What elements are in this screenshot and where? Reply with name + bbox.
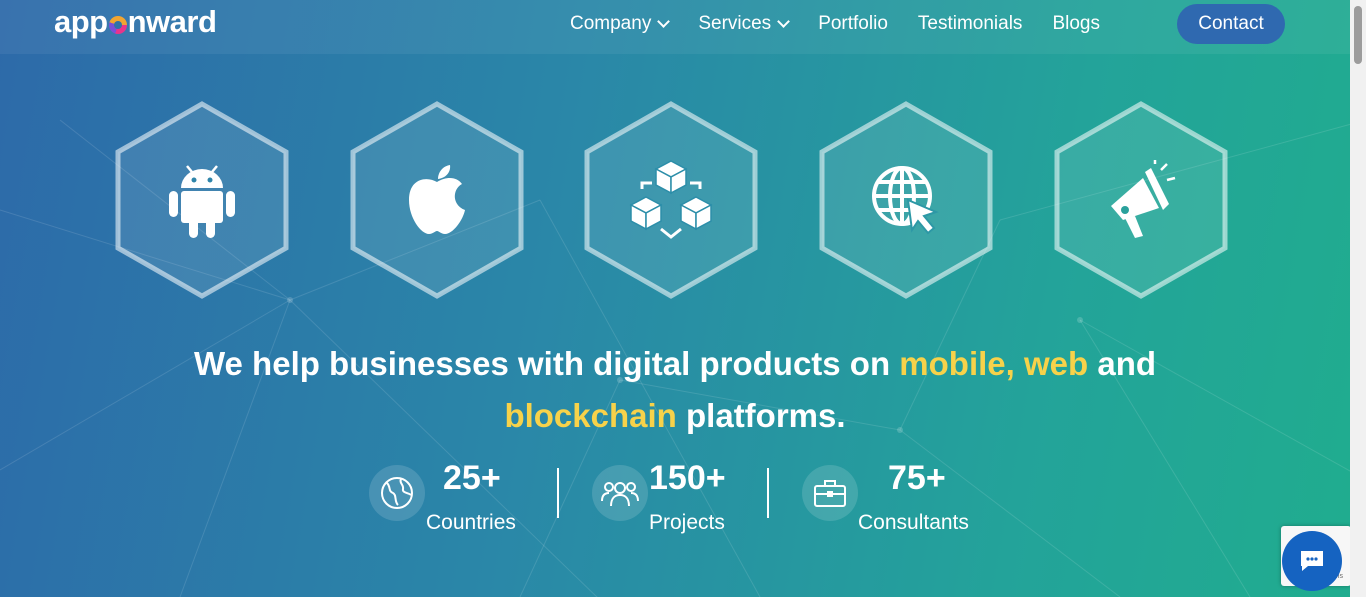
globe-icon	[381, 477, 413, 509]
stat-value: 75+	[888, 459, 946, 497]
briefcase-icon	[814, 480, 846, 507]
hexagon-blockchain[interactable]	[583, 100, 759, 300]
headline-part2: and	[1088, 345, 1157, 382]
stat-label: Projects	[649, 511, 725, 534]
hexagon-android[interactable]	[114, 100, 290, 300]
stat-value: 25+	[443, 459, 501, 497]
top-navigation-bar: app nward Company Services Portfolio Tes…	[0, 0, 1350, 54]
logo-text-right: nward	[127, 4, 217, 39]
stat-divider	[767, 468, 769, 518]
main-nav: Company Services Portfolio Testimonials …	[570, 0, 1130, 48]
megaphone-icon	[1111, 160, 1176, 238]
stat-icon-circle	[592, 465, 648, 521]
page-scrollbar[interactable]	[1350, 0, 1366, 597]
stat-divider	[557, 468, 559, 518]
chevron-down-icon	[657, 15, 671, 28]
stat-icon-circle	[369, 465, 425, 521]
hexagon-marketing[interactable]	[1053, 100, 1229, 300]
hexagon-apple[interactable]	[349, 100, 525, 300]
stat-value: 150+	[649, 459, 726, 497]
logo-o-mark-icon	[108, 16, 127, 34]
web-globe-cursor-icon	[872, 166, 939, 235]
chat-button[interactable]	[1282, 531, 1342, 591]
logo-text-left: app	[54, 4, 108, 39]
stat-label: Consultants	[858, 511, 969, 534]
hero-headline: We help businesses with digital products…	[0, 338, 1350, 442]
apple-icon	[409, 165, 465, 234]
contact-button[interactable]: Contact	[1177, 4, 1285, 44]
nav-item-label: Services	[698, 13, 772, 34]
stat-label: Countries	[426, 511, 516, 534]
scrollbar-thumb[interactable]	[1354, 6, 1362, 64]
headline-part3: platforms.	[676, 397, 846, 434]
headline-part1: We help businesses with digital products…	[193, 345, 900, 382]
team-icon	[601, 482, 639, 507]
stat-icon-circle	[802, 465, 858, 521]
appnward-logo[interactable]: app nward	[54, 4, 217, 40]
nav-item-portfolio[interactable]: Portfolio	[818, 13, 888, 35]
hexagon-web[interactable]	[818, 100, 994, 300]
nav-item-blogs[interactable]: Blogs	[1052, 13, 1100, 35]
nav-item-label: Company	[570, 13, 652, 34]
chevron-down-icon	[777, 15, 791, 28]
android-icon	[169, 165, 235, 238]
blockchain-cubes-icon	[629, 160, 713, 239]
nav-item-company[interactable]: Company	[570, 13, 671, 35]
nav-item-testimonials[interactable]: Testimonials	[918, 13, 1023, 35]
nav-item-label: Portfolio	[818, 13, 888, 34]
headline-highlight-blockchain: blockchain	[504, 397, 677, 434]
nav-item-label: Testimonials	[917, 13, 1023, 34]
chat-bubble-icon	[1301, 551, 1323, 571]
nav-item-label: Blogs	[1052, 13, 1100, 34]
headline-highlight-mobile-web: mobile, web	[899, 345, 1089, 382]
nav-item-services[interactable]: Services	[698, 13, 791, 35]
